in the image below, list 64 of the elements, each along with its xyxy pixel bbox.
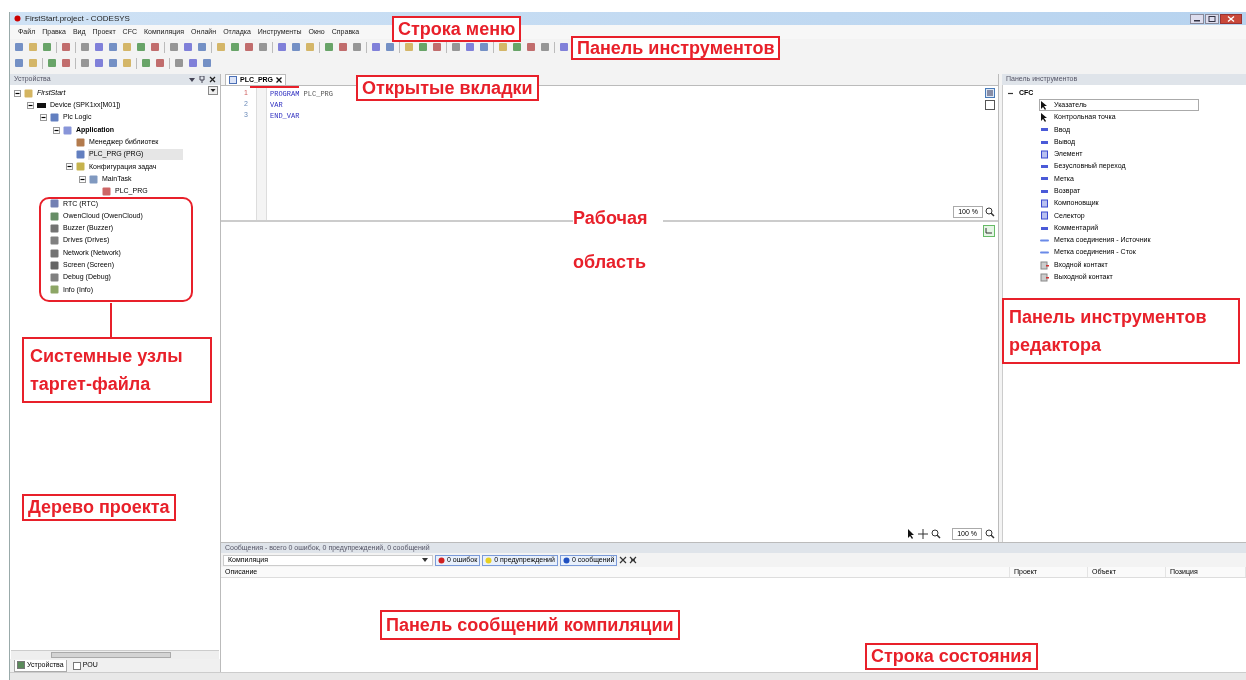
tree-node-icon <box>76 162 85 172</box>
declaration-view-icon[interactable] <box>985 88 995 98</box>
minimize-icon[interactable] <box>1190 13 1204 24</box>
collapse-icon[interactable] <box>53 126 60 134</box>
pointer-icon[interactable] <box>907 528 916 539</box>
collapse-icon[interactable] <box>79 175 86 183</box>
callout-label: Строка состояния <box>865 643 1038 670</box>
document-icon <box>229 76 237 84</box>
block-icon <box>1040 149 1049 159</box>
collapse-icon[interactable] <box>40 114 47 122</box>
close-icon[interactable] <box>209 76 216 83</box>
zoom-icon[interactable] <box>931 528 942 539</box>
tree-node-icon <box>50 113 59 123</box>
zoom-icon[interactable] <box>985 528 995 539</box>
horizontal-scrollbar[interactable] <box>11 650 219 659</box>
collapse-icon[interactable] <box>66 163 73 171</box>
contact-icon <box>1040 272 1049 282</box>
tab-icon <box>17 661 25 669</box>
tree-node-icon <box>50 211 59 221</box>
dropdown-arrow-icon[interactable] <box>422 557 428 563</box>
pin-icon[interactable] <box>199 76 205 83</box>
info-icon <box>562 556 570 564</box>
tab-icon <box>72 661 81 670</box>
tree-node-icon <box>50 260 59 270</box>
collapse-icon[interactable] <box>27 101 34 109</box>
callout-label: Панель сообщений компиляции <box>380 610 680 640</box>
clear-all-icon[interactable] <box>629 556 638 564</box>
tree-node-icon <box>50 285 59 295</box>
move-icon[interactable] <box>918 528 929 539</box>
close-icon[interactable] <box>276 77 283 83</box>
close-icon[interactable] <box>1220 13 1242 24</box>
callout-label: Строка меню <box>392 16 522 42</box>
underline-mark <box>250 86 299 88</box>
error-icon <box>438 556 445 564</box>
callout-label: Дерево проекта <box>22 494 176 521</box>
tree-node-icon <box>50 199 59 209</box>
table-view-icon[interactable] <box>985 100 995 110</box>
app-logo-icon <box>14 15 21 22</box>
zoom-icon[interactable] <box>985 206 995 217</box>
warning-icon <box>485 556 493 564</box>
tree-node-icon <box>76 137 85 147</box>
window-title: FirstStart.project - CODESYS <box>25 12 130 25</box>
tree-node-icon <box>63 125 72 135</box>
maximize-icon[interactable] <box>1205 13 1219 24</box>
tree-node-icon <box>102 187 111 196</box>
leader-line <box>110 303 112 337</box>
tree-node-icon <box>50 273 59 283</box>
tree-node-icon <box>76 150 85 160</box>
tree-node-icon <box>50 236 59 246</box>
callout-label: Панель инструментов редактора <box>1002 298 1240 364</box>
dropdown-arrow-icon[interactable] <box>208 86 218 95</box>
tree-node-icon <box>50 248 59 258</box>
clear-icon[interactable] <box>619 556 628 564</box>
tree-node-icon <box>37 100 46 110</box>
contact-icon <box>1040 260 1049 270</box>
tree-node-icon <box>89 174 98 184</box>
callout-label: Панель инструментов <box>571 36 781 60</box>
collapse-icon[interactable] <box>14 89 21 97</box>
tree-node-icon <box>24 88 33 98</box>
dropdown-arrow-icon[interactable] <box>189 76 195 83</box>
callout-label: Открытые вкладки <box>356 75 539 101</box>
cfc-mode-icon[interactable] <box>983 225 995 237</box>
callout-label: Системные узлы таргет-файла <box>22 337 212 403</box>
tree-node-icon <box>50 223 59 233</box>
